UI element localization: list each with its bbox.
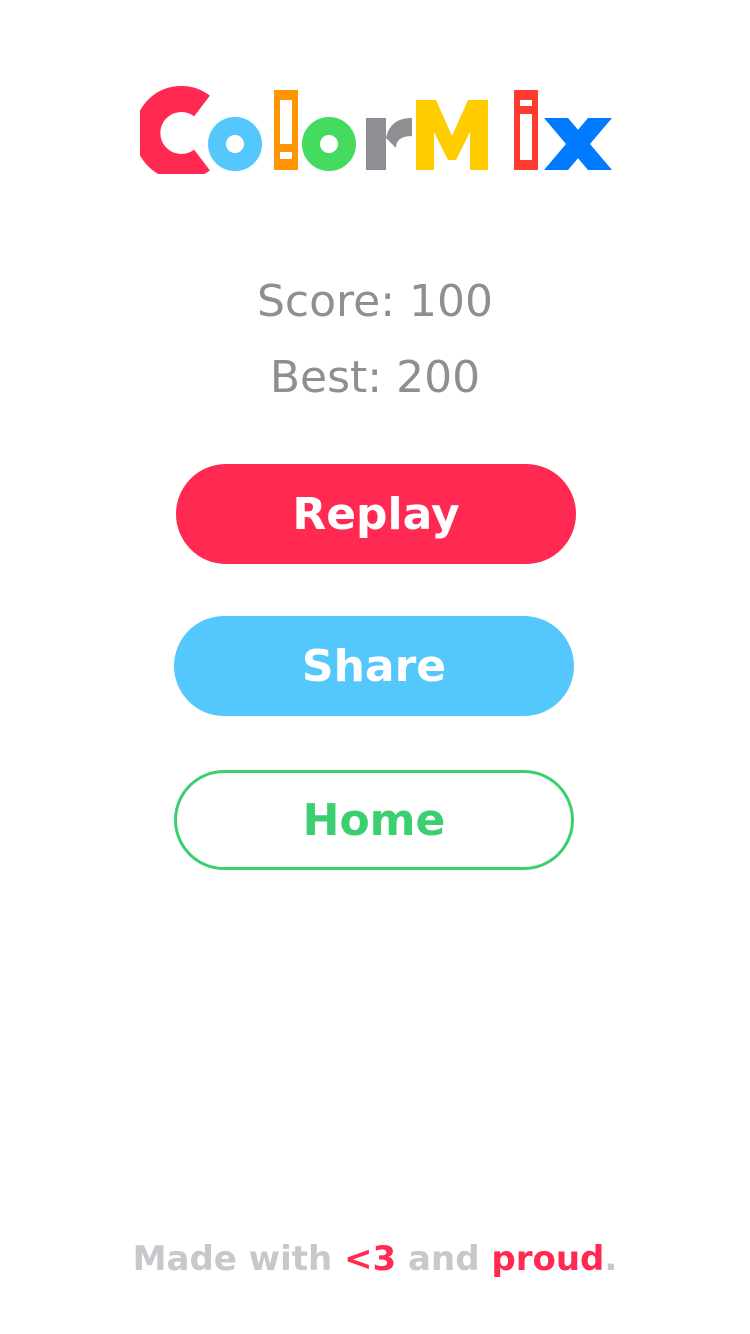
share-button[interactable]: Share: [174, 616, 574, 716]
colormix-logo: [140, 86, 612, 174]
logo-letter-i: [514, 90, 538, 170]
logo-letter-x: [544, 118, 612, 170]
logo-letter-c: [140, 86, 210, 174]
footer-heart: <3: [344, 1239, 397, 1279]
logo-letter-o2: [302, 117, 356, 171]
home-button-label: Home: [302, 794, 446, 846]
footer-text-and: and: [396, 1239, 492, 1279]
replay-button[interactable]: Replay: [176, 464, 576, 564]
share-button-label: Share: [301, 640, 447, 692]
best-score-label: Best: 200: [269, 352, 481, 403]
home-button[interactable]: Home: [174, 770, 574, 870]
logo-letter-r: [366, 118, 412, 170]
logo-letter-l: [274, 90, 298, 170]
footer-period: .: [604, 1239, 618, 1279]
logo-letter-m: [416, 100, 488, 170]
replay-button-label: Replay: [292, 488, 460, 540]
logo-letter-o: [208, 117, 262, 171]
footer-proud: proud: [491, 1239, 605, 1279]
current-score-label: Score: 100: [256, 276, 494, 327]
colormix-logo-graphic: [140, 86, 612, 174]
footer-credit: Made with <3 and proud.: [0, 1234, 750, 1284]
footer-text-made-with: Made with: [132, 1239, 345, 1279]
